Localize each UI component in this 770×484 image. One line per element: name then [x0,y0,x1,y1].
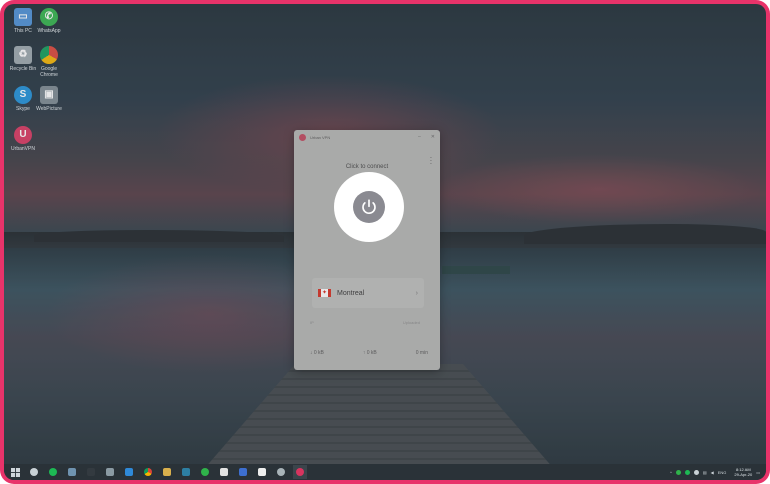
power-button[interactable] [353,191,385,223]
chat-icon [258,468,266,476]
clock[interactable]: 8:12 AM 29-Apr-20 [734,467,752,477]
windows-taskbar: ^ ▤ ◀ ENG 8:12 AM 29-Apr-20 ▭ [4,464,766,480]
folder-icon [163,468,171,476]
terminal-icon [182,468,190,476]
tray-app-icon[interactable] [693,469,699,475]
clock-date: 29-Apr-20 [734,472,753,477]
store-icon [87,468,95,476]
volume-icon[interactable]: ◀ [711,470,714,475]
tray-app-icon[interactable] [684,469,690,475]
calculator-icon [106,468,114,476]
network-icon[interactable]: ▤ [703,470,707,475]
taskbar-search[interactable] [27,465,41,479]
taskbar-app-chrome[interactable] [141,465,155,479]
power-icon [362,199,376,214]
taskbar-app-document[interactable] [217,465,231,479]
taskbar-app-whatsapp[interactable] [198,465,212,479]
start-button[interactable] [8,465,22,479]
spotify-icon [49,468,57,476]
search-icon [30,468,38,476]
chevron-up-icon[interactable]: ^ [670,470,672,475]
taskbar-app-terminal[interactable] [179,465,193,479]
taskbar-app-calculator[interactable] [103,465,117,479]
desktop-screen: ▭ This PC ✆ WhatsApp ♻ Recycle Bin Googl… [4,4,766,480]
windows-logo-icon [10,467,20,477]
taskbar-app-browser[interactable] [236,465,250,479]
globe-icon [277,468,285,476]
file-explorer-icon [68,468,76,476]
taskbar-app-spotify[interactable] [46,465,60,479]
taskbar-app-explorer[interactable] [65,465,79,479]
document-icon [220,468,228,476]
language-indicator[interactable]: ENG [718,470,727,475]
whatsapp-icon [201,468,209,476]
taskbar-app-globe[interactable] [274,465,288,479]
taskbar-app-store[interactable] [84,465,98,479]
browser-icon [239,468,247,476]
dim-overlay [4,4,766,480]
taskbar-app-chat[interactable] [255,465,269,479]
taskbar-app-folder[interactable] [160,465,174,479]
chrome-icon [144,468,152,476]
system-tray: ^ ▤ ◀ ENG 8:12 AM 29-Apr-20 ▭ [670,467,766,477]
task-icon [125,468,133,476]
notification-icon[interactable]: ▭ [756,470,760,475]
tray-app-icon[interactable] [675,469,681,475]
power-button-highlight [334,172,404,242]
taskbar-app-urban-vpn[interactable] [293,465,307,479]
vpn-icon [296,468,304,476]
taskbar-app-task[interactable] [122,465,136,479]
screenshot-frame: ▭ This PC ✆ WhatsApp ♻ Recycle Bin Googl… [0,0,770,484]
